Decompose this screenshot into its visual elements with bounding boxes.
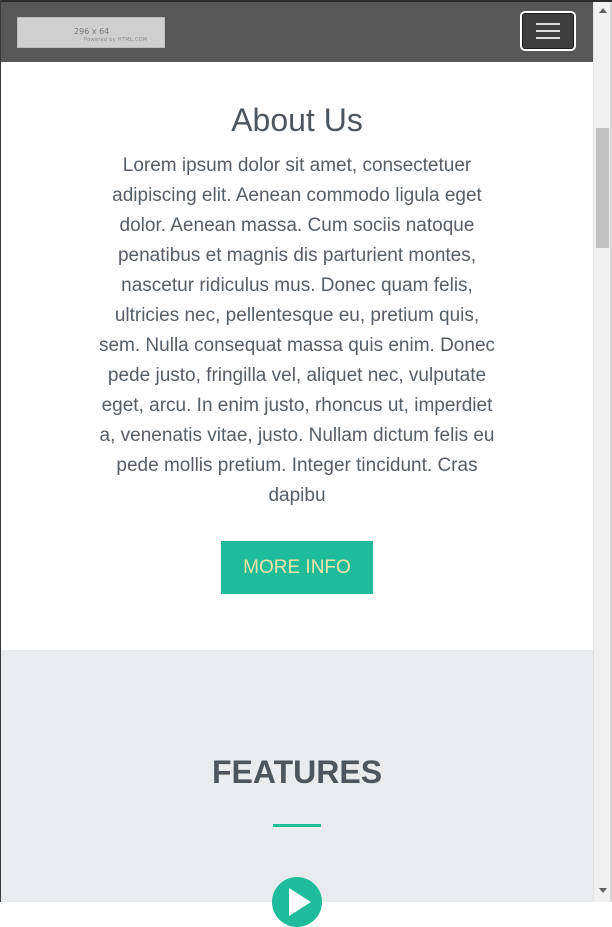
logo-powered-by-label: Powered by HTML.COM [84, 37, 148, 43]
hamburger-icon-bar [536, 37, 560, 39]
more-info-button[interactable]: MORE INFO [221, 541, 373, 594]
about-body-text: Lorem ipsum dolor sit amet, consectetuer… [98, 155, 496, 506]
play-circle-icon [272, 877, 322, 927]
features-title: FEATURES [211, 754, 383, 790]
scrollbar-thumb[interactable] [596, 128, 609, 248]
navbar-toggler-button[interactable] [520, 11, 576, 51]
hamburger-icon-bar [536, 23, 560, 25]
features-divider [273, 824, 321, 827]
scroll-up-arrow-icon[interactable] [599, 8, 607, 13]
logo-placeholder-image[interactable]: 296 x 64 Powered by HTML.COM [17, 17, 165, 48]
hamburger-icon-bar [536, 30, 560, 32]
logo-size-label: 296 x 64 [74, 27, 110, 36]
play-triangle [289, 888, 311, 916]
navbar: 296 x 64 Powered by HTML.COM [1, 2, 593, 62]
about-section: About Us Lorem ipsum dolor sit amet, con… [1, 62, 593, 650]
about-title: About Us [231, 102, 363, 138]
scroll-down-arrow-icon[interactable] [599, 888, 607, 893]
features-section: FEATURES [1, 650, 593, 927]
